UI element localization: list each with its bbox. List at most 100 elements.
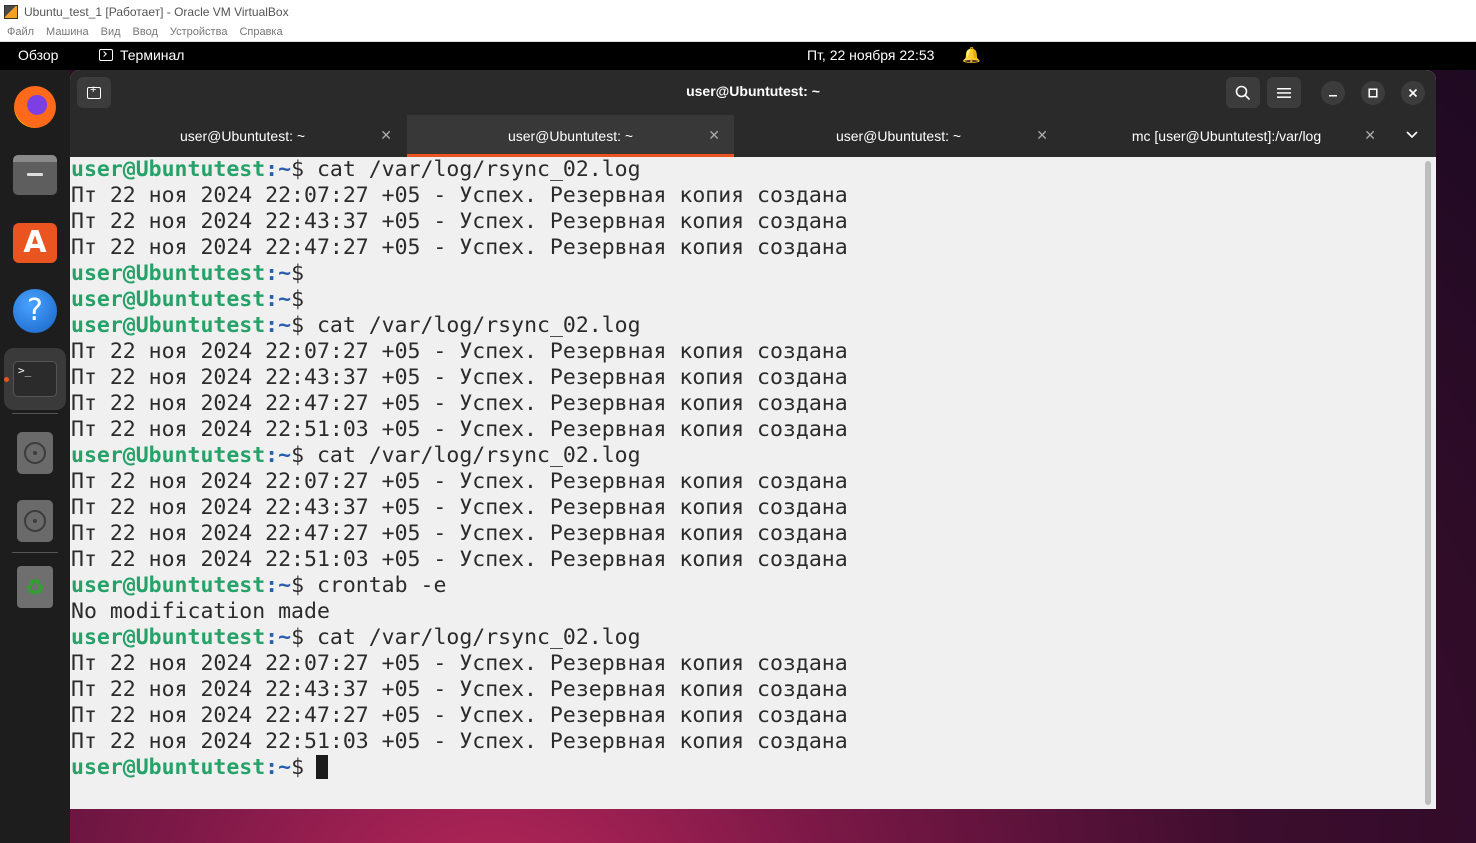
- close-tab-icon[interactable]: ✕: [1036, 127, 1048, 144]
- firefox-icon: [14, 86, 56, 128]
- maximize-button[interactable]: [1361, 81, 1385, 105]
- prompt-path: :~: [265, 261, 292, 286]
- prompt-line: user@Ubuntutest:~$: [71, 287, 848, 313]
- tab-bar: user@Ubuntutest: ~ ✕ user@Ubuntutest: ~ …: [70, 115, 1436, 157]
- terminal-icon: >_: [13, 361, 57, 397]
- terminal-app-icon: [99, 49, 113, 61]
- hamburger-icon: [1277, 87, 1291, 98]
- disc-icon: [17, 432, 53, 474]
- output-text: Пт 22 ноя 2024 22:51:03 +05 - Успех. Рез…: [71, 729, 848, 754]
- prompt-symbol: $: [291, 157, 305, 182]
- close-tab-icon[interactable]: ✕: [380, 127, 392, 144]
- output-line: Пт 22 ноя 2024 22:07:27 +05 - Успех. Рез…: [71, 651, 848, 677]
- close-tab-icon[interactable]: ✕: [708, 127, 720, 144]
- output-text: Пт 22 ноя 2024 22:43:37 +05 - Успех. Рез…: [71, 365, 848, 390]
- output-text: Пт 22 ноя 2024 22:07:27 +05 - Успех. Рез…: [71, 469, 848, 494]
- dock-item-app-center[interactable]: A: [10, 218, 60, 268]
- tabs-overflow-chevron-down-icon[interactable]: [1406, 128, 1418, 142]
- virtualbox-logo-icon: [4, 4, 18, 19]
- output-line: Пт 22 ноя 2024 22:43:37 +05 - Успех. Рез…: [71, 365, 848, 391]
- prompt-user: user@Ubuntutest: [71, 261, 266, 286]
- close-button[interactable]: [1401, 81, 1425, 105]
- prompt-path: :~: [265, 755, 292, 780]
- output-line: Пт 22 ноя 2024 22:47:27 +05 - Успех. Рез…: [71, 521, 848, 547]
- dock-item-help[interactable]: ?: [10, 286, 60, 336]
- vbox-menu-devices[interactable]: Устройства: [170, 26, 228, 38]
- prompt-symbol: $: [291, 261, 305, 286]
- dock-item-trash[interactable]: ♻: [10, 562, 60, 612]
- scrollbar[interactable]: [1425, 161, 1431, 805]
- help-icon: ?: [13, 289, 57, 333]
- dock-item-firefox[interactable]: [10, 82, 60, 132]
- close-tab-icon[interactable]: ✕: [1364, 127, 1376, 144]
- output-line: Пт 22 ноя 2024 22:43:37 +05 - Успех. Рез…: [71, 209, 848, 235]
- prompt-path: :~: [265, 157, 292, 182]
- command-text: cat /var/log/rsync_02.log: [304, 443, 641, 468]
- output-line: Пт 22 ноя 2024 22:07:27 +05 - Успех. Рез…: [71, 469, 848, 495]
- tab-label: user@Ubuntutest: ~: [179, 128, 306, 144]
- tab-1[interactable]: user@Ubuntutest: ~ ✕: [79, 115, 406, 157]
- prompt-symbol: $: [291, 625, 305, 650]
- vbox-menu-input[interactable]: Ввод: [133, 26, 158, 38]
- disc-icon: [17, 500, 53, 542]
- dock-item-terminal[interactable]: >_: [4, 348, 66, 410]
- prompt-symbol: $: [291, 443, 305, 468]
- output-text: Пт 22 ноя 2024 22:07:27 +05 - Успех. Рез…: [71, 183, 848, 208]
- dock-separator: [12, 413, 58, 414]
- prompt-user: user@Ubuntutest: [71, 287, 266, 312]
- terminal-output-area[interactable]: user@Ubuntutest:~$ cat /var/log/rsync_02…: [70, 157, 1436, 809]
- vbox-menu-bar: Файл Машина Вид Ввод Устройства Справка: [0, 23, 1476, 42]
- clock[interactable]: Пт, 22 ноября 22:53: [807, 47, 934, 63]
- dock-item-disc-2[interactable]: [10, 496, 60, 546]
- tab-2-active[interactable]: user@Ubuntutest: ~ ✕: [407, 115, 734, 157]
- prompt-user: user@Ubuntutest: [71, 443, 266, 468]
- prompt-symbol: $: [291, 573, 305, 598]
- prompt-line: user@Ubuntutest:~$ cat /var/log/rsync_02…: [71, 157, 848, 183]
- vbox-menu-view[interactable]: Вид: [101, 26, 121, 38]
- minimize-icon: [1329, 95, 1337, 97]
- output-text: Пт 22 ноя 2024 22:47:27 +05 - Успех. Рез…: [71, 703, 848, 728]
- command-text: cat /var/log/rsync_02.log: [304, 625, 641, 650]
- output-line: Пт 22 ноя 2024 22:43:37 +05 - Успех. Рез…: [71, 495, 848, 521]
- prompt-path: :~: [265, 573, 292, 598]
- app-menu[interactable]: Терминал: [99, 47, 184, 63]
- output-text: Пт 22 ноя 2024 22:07:27 +05 - Успех. Рез…: [71, 339, 848, 364]
- gnome-top-bar: Обзор Терминал Пт, 22 ноября 22:53 🔔: [0, 42, 1476, 70]
- tab-3[interactable]: user@Ubuntutest: ~ ✕: [735, 115, 1062, 157]
- output-text: Пт 22 ноя 2024 22:47:27 +05 - Успех. Рез…: [71, 521, 848, 546]
- prompt-path: :~: [265, 625, 292, 650]
- prompt-user: user@Ubuntutest: [71, 157, 266, 182]
- tab-4[interactable]: mc [user@Ubuntutest]:/var/log ✕: [1063, 115, 1390, 157]
- app-center-icon: A: [13, 223, 57, 263]
- vbox-menu-machine[interactable]: Машина: [46, 26, 89, 38]
- prompt-line: user@Ubuntutest:~$ cat /var/log/rsync_02…: [71, 443, 848, 469]
- vbox-menu-help[interactable]: Справка: [239, 26, 282, 38]
- notification-bell-icon[interactable]: 🔔: [962, 46, 981, 64]
- text-cursor: [316, 755, 329, 779]
- vbox-menu-file[interactable]: Файл: [7, 26, 34, 38]
- prompt-symbol: $: [291, 313, 305, 338]
- files-icon: [13, 155, 57, 195]
- prompt-symbol: $: [291, 287, 305, 312]
- minimize-button[interactable]: [1321, 81, 1345, 105]
- output-line: Пт 22 ноя 2024 22:07:27 +05 - Успех. Рез…: [71, 339, 848, 365]
- dock-separator: [12, 552, 58, 553]
- output-text: Пт 22 ноя 2024 22:47:27 +05 - Успех. Рез…: [71, 235, 848, 260]
- output-text: Пт 22 ноя 2024 22:43:37 +05 - Успех. Рез…: [71, 677, 848, 702]
- command-text: cat /var/log/rsync_02.log: [304, 313, 641, 338]
- activities-button[interactable]: Обзор: [18, 47, 58, 63]
- output-text: No modification made: [71, 599, 330, 624]
- output-line: Пт 22 ноя 2024 22:47:27 +05 - Успех. Рез…: [71, 703, 848, 729]
- output-line: Пт 22 ноя 2024 22:43:37 +05 - Успех. Рез…: [71, 677, 848, 703]
- main-menu-button[interactable]: [1267, 77, 1301, 108]
- app-menu-label: Терминал: [120, 47, 185, 63]
- dock-item-disc-1[interactable]: [10, 428, 60, 478]
- running-indicator: [4, 377, 9, 382]
- search-button[interactable]: [1226, 77, 1260, 108]
- prompt-path: :~: [265, 287, 292, 312]
- prompt-line: user@Ubuntutest:~$ cat /var/log/rsync_02…: [71, 625, 848, 651]
- dock-item-files[interactable]: [10, 150, 60, 200]
- tab-label: mc [user@Ubuntutest]:/var/log: [1131, 128, 1322, 144]
- prompt-symbol: $: [291, 755, 305, 780]
- output-line: Пт 22 ноя 2024 22:47:27 +05 - Успех. Рез…: [71, 235, 848, 261]
